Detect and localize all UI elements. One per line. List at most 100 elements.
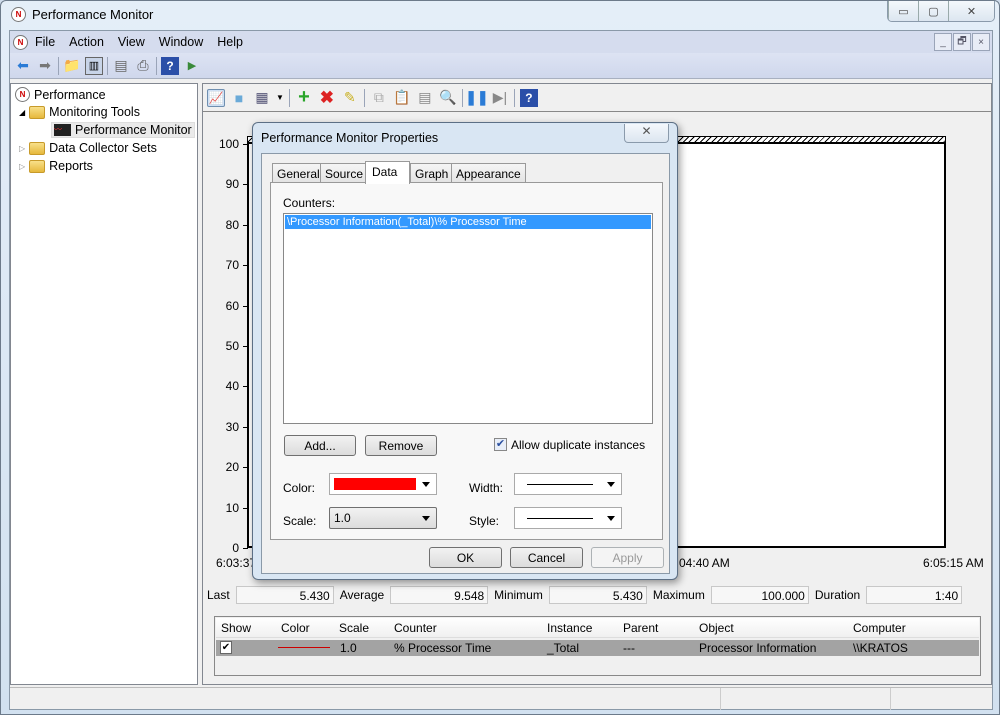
update-data-icon[interactable]: ▶| — [491, 89, 509, 107]
tab-appearance[interactable]: Appearance — [451, 163, 526, 183]
show-action-pane-icon[interactable]: ▶ — [183, 57, 201, 75]
col-instance[interactable]: Instance — [547, 621, 592, 635]
maximum-label: Maximum — [652, 588, 705, 602]
minimum-value: 5.430 — [548, 586, 647, 604]
tab-source[interactable]: Source — [320, 163, 369, 183]
menu-help[interactable]: Help — [210, 35, 250, 49]
apply-button[interactable]: Apply — [591, 547, 664, 568]
color-dropdown[interactable] — [329, 473, 437, 495]
close-button[interactable]: ✕ — [948, 1, 994, 21]
col-computer[interactable]: Computer — [853, 621, 906, 635]
counters-list[interactable]: \Processor Information(_Total)\% Process… — [283, 213, 653, 424]
add-button[interactable]: Add... — [284, 435, 356, 456]
tab-data[interactable]: Data — [365, 161, 410, 184]
width-label: Width: — [469, 481, 504, 495]
dialog-close-button[interactable]: ✕ — [624, 124, 669, 143]
allow-duplicates-checkbox[interactable]: ✔ — [494, 438, 507, 451]
tab-graph[interactable]: Graph — [410, 163, 454, 183]
duration-label: Duration — [814, 588, 861, 602]
width-dropdown[interactable] — [514, 473, 622, 495]
add-counter-icon[interactable]: + — [295, 86, 313, 108]
cell-object: Processor Information — [699, 641, 817, 655]
col-parent[interactable]: Parent — [623, 621, 658, 635]
export-list-icon[interactable]: ▤ — [112, 57, 130, 75]
minimum-label: Minimum — [494, 588, 543, 602]
collapsed-arrow-icon[interactable]: ▷ — [19, 162, 25, 171]
line-style-preview — [527, 518, 593, 519]
chevron-down-icon — [422, 516, 430, 521]
cell-scale: 1.0 — [340, 641, 357, 655]
forward-icon[interactable]: ➡ — [36, 57, 54, 75]
title-bar: N Performance Monitor — [11, 7, 153, 22]
color-label: Color: — [283, 481, 316, 495]
minimize-button[interactable]: ▭ — [888, 1, 918, 21]
scale-dropdown[interactable]: 1.0 — [329, 507, 437, 529]
table-row[interactable]: ✔ 1.0 % Processor Time _Total --- Proces… — [216, 640, 979, 656]
col-color[interactable]: Color — [281, 621, 310, 635]
mdi-close-button[interactable]: × — [972, 33, 990, 51]
dialog-title: Performance Monitor Properties — [261, 131, 439, 145]
help-icon[interactable]: ? — [519, 88, 538, 107]
col-counter[interactable]: Counter — [394, 621, 437, 635]
tree-item-label: Performance Monitor — [75, 123, 192, 137]
dropdown-arrow-icon[interactable]: ▼ — [276, 93, 284, 102]
cell-parent: --- — [623, 641, 635, 655]
print-icon[interactable]: ⎙ — [134, 57, 152, 75]
scale-value: 1.0 — [334, 511, 351, 525]
mdi-restore-button[interactable]: 🗗 — [953, 33, 971, 51]
tree-item-monitoring-tools[interactable]: ◢ Monitoring Tools — [19, 105, 140, 119]
cancel-button[interactable]: Cancel — [510, 547, 583, 568]
y-tick-label: 90 — [225, 177, 239, 192]
collapsed-arrow-icon[interactable]: ▷ — [19, 144, 25, 153]
remove-button[interactable]: Remove — [365, 435, 437, 456]
tree-item-performance[interactable]: N Performance — [15, 87, 106, 102]
style-dropdown[interactable] — [514, 507, 622, 529]
menu-view[interactable]: View — [111, 35, 152, 49]
expanded-arrow-icon[interactable]: ◢ — [19, 108, 25, 117]
view-graph-icon[interactable]: 📈 — [207, 88, 225, 107]
y-tick-mark — [243, 426, 248, 428]
mdi-minimize-button[interactable]: _ — [934, 33, 952, 51]
data-tab-panel: Counters: \Processor Information(_Total)… — [270, 182, 663, 540]
tree-item-performance-monitor[interactable]: 〰 Performance Monitor — [51, 122, 195, 138]
perfmon-logo-icon: N — [15, 87, 30, 102]
legend-header: Show Color Scale Counter Instance Parent… — [216, 618, 979, 638]
properties-icon[interactable]: ▤ — [416, 89, 434, 107]
maximize-button[interactable]: ▢ — [918, 1, 948, 21]
average-value: 9.548 — [390, 586, 489, 604]
paste-counter-list-icon[interactable]: 📋 — [393, 89, 411, 107]
tab-general[interactable]: General — [272, 163, 325, 183]
back-icon[interactable]: ⬅ — [14, 57, 32, 75]
view-histogram-icon[interactable]: ■ — [230, 89, 248, 107]
show-hide-tree-icon[interactable]: ▥ — [85, 56, 103, 75]
up-folder-icon[interactable]: 📁 — [63, 57, 81, 75]
y-tick-mark — [243, 346, 248, 347]
col-show[interactable]: Show — [221, 621, 251, 635]
y-tick-mark — [243, 144, 248, 145]
change-graph-type-icon[interactable]: ▦ — [253, 89, 271, 107]
help-icon[interactable]: ? — [161, 56, 179, 75]
line-width-preview — [527, 484, 593, 485]
y-tick-label: 70 — [225, 258, 239, 273]
y-tick-mark — [243, 265, 248, 267]
tree-item-reports[interactable]: ▷ Reports — [19, 159, 93, 173]
counter-list-item[interactable]: \Processor Information(_Total)\% Process… — [285, 215, 651, 229]
col-scale[interactable]: Scale — [339, 621, 369, 635]
system-menu-icon[interactable]: N — [13, 34, 28, 50]
y-tick-label: 30 — [225, 419, 239, 434]
ok-button[interactable]: OK — [429, 547, 502, 568]
zoom-icon[interactable]: 🔍 — [439, 89, 457, 107]
freeze-display-icon[interactable]: ❚❚ — [465, 89, 488, 107]
menu-window[interactable]: Window — [152, 35, 210, 49]
y-tick-mark — [243, 184, 248, 186]
highlight-icon[interactable]: ✎ — [341, 89, 359, 107]
y-tick-label: 60 — [225, 298, 239, 313]
menu-file[interactable]: File — [28, 35, 62, 49]
menu-action[interactable]: Action — [62, 35, 111, 49]
delete-counter-icon[interactable]: ✖ — [318, 88, 336, 107]
tree-item-data-collector-sets[interactable]: ▷ Data Collector Sets — [19, 141, 157, 155]
copy-properties-icon[interactable]: ⧉ — [370, 89, 388, 107]
y-tick-mark — [243, 305, 248, 307]
show-checkbox[interactable]: ✔ — [220, 641, 232, 654]
col-object[interactable]: Object — [699, 621, 734, 635]
